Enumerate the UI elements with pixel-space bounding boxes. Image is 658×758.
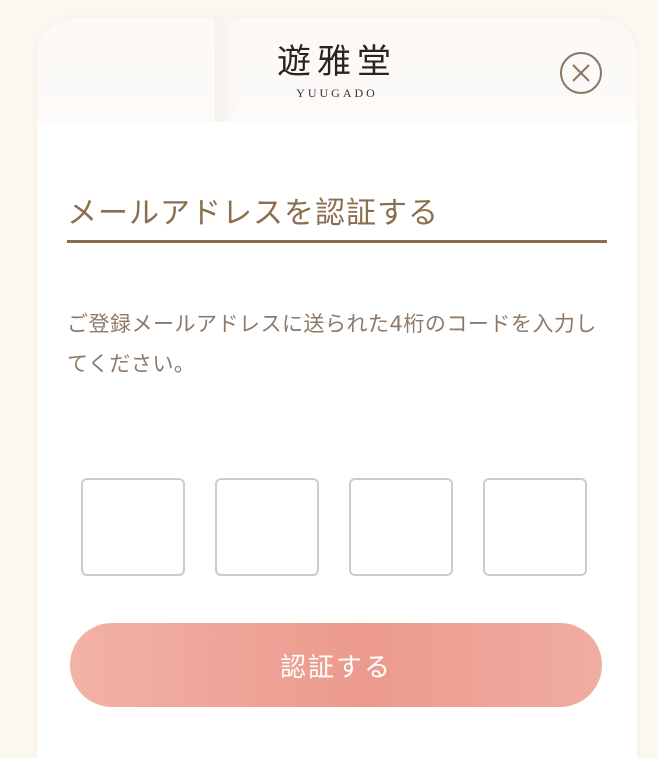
- page-title: メールアドレスを認証する: [67, 192, 607, 243]
- verification-modal: 遊雅堂 YUUGADO メールアドレスを認証する ご登録メールアドレスに送られた…: [37, 18, 637, 758]
- modal-header: 遊雅堂 YUUGADO: [37, 18, 637, 122]
- logo-kanji: 遊雅堂: [277, 42, 397, 82]
- close-icon: [572, 64, 590, 82]
- header-decoration: [215, 18, 235, 122]
- close-button[interactable]: [560, 52, 602, 94]
- logo-roman: YUUGADO: [296, 86, 378, 100]
- code-digit-1[interactable]: [81, 478, 185, 576]
- instruction-text: ご登録メールアドレスに送られた4桁のコードを入力してください。: [67, 312, 597, 376]
- code-digit-2[interactable]: [215, 478, 319, 576]
- code-input-row: [81, 478, 593, 578]
- code-digit-3[interactable]: [349, 478, 453, 576]
- verify-button[interactable]: 認証する: [70, 623, 602, 707]
- code-digit-4[interactable]: [483, 478, 587, 576]
- brand-logo: 遊雅堂 YUUGADO: [237, 42, 437, 100]
